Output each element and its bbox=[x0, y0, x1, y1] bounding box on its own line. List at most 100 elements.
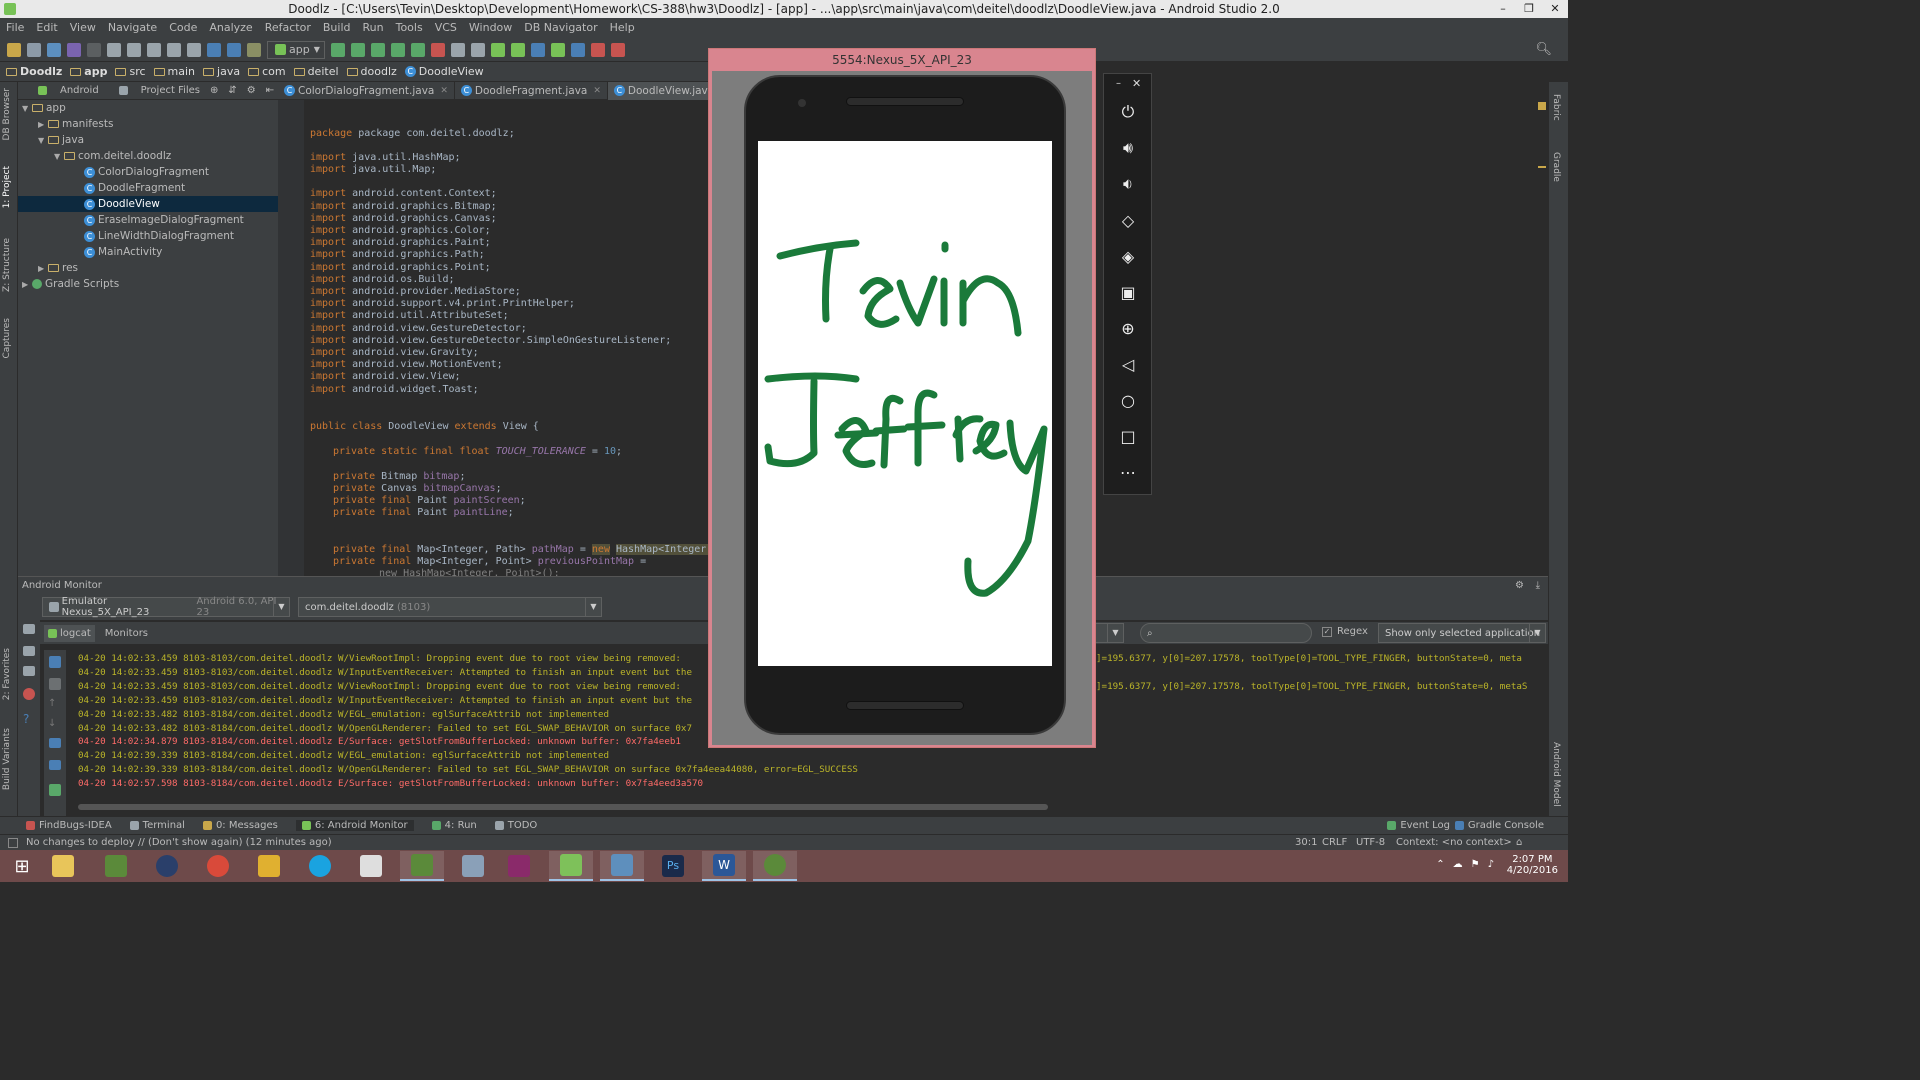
help-icon[interactable] bbox=[570, 42, 585, 57]
tray-expand-icon[interactable]: ⌃ bbox=[1436, 859, 1444, 870]
structure-tool-tab[interactable]: Z: Structure bbox=[2, 238, 12, 292]
replace-icon[interactable] bbox=[187, 42, 201, 57]
filter-select[interactable]: Show only selected application ▼ bbox=[1378, 623, 1546, 643]
taskbar-app[interactable] bbox=[451, 851, 495, 881]
run-icon[interactable] bbox=[330, 42, 345, 57]
gear-icon[interactable]: ⚙ bbox=[247, 85, 256, 96]
project-tool-tab[interactable]: 1: Project bbox=[2, 166, 12, 208]
doodle-canvas[interactable] bbox=[758, 141, 1052, 666]
taskbar-explorer[interactable] bbox=[41, 851, 85, 881]
taskbar-app[interactable] bbox=[247, 851, 291, 881]
db-browser-tab[interactable]: DB Browser bbox=[2, 88, 12, 140]
menu-navigate[interactable]: Navigate bbox=[102, 18, 163, 38]
home-icon[interactable]: ○ bbox=[1116, 388, 1140, 412]
avd-manager-icon[interactable] bbox=[490, 42, 505, 57]
project-view-selector[interactable]: Android bbox=[28, 85, 99, 96]
overview-icon[interactable]: □ bbox=[1116, 424, 1140, 448]
scrollbar-thumb[interactable] bbox=[78, 804, 1048, 810]
taskbar-app[interactable] bbox=[145, 851, 189, 881]
tree-item-res[interactable]: ▶ res bbox=[38, 260, 78, 276]
undo-icon[interactable] bbox=[67, 42, 81, 57]
logcat-search-input[interactable]: ⌕ bbox=[1140, 623, 1312, 643]
lock-icon[interactable]: ⌂ bbox=[1516, 837, 1522, 848]
forward-icon[interactable] bbox=[227, 42, 241, 57]
tree-item-class[interactable]: C ColorDialogFragment bbox=[84, 164, 209, 180]
maximize-button[interactable]: ❐ bbox=[1516, 0, 1542, 18]
menu-db-navigator[interactable]: DB Navigator bbox=[518, 18, 603, 38]
paste-icon[interactable] bbox=[147, 42, 161, 57]
hide-panel-icon[interactable]: ⤓ bbox=[1536, 580, 1540, 591]
tab-terminal[interactable]: Terminal bbox=[129, 820, 185, 831]
tree-item-class-selected[interactable]: C DoodleView bbox=[18, 196, 278, 212]
gear-icon[interactable]: ⚙ bbox=[1515, 580, 1524, 591]
tree-item-class[interactable]: C EraseImageDialogFragment bbox=[84, 212, 244, 228]
breadcrumb-item[interactable]: main bbox=[153, 65, 195, 78]
run-config-select[interactable]: app ▼ bbox=[267, 40, 325, 59]
screenshot-icon[interactable] bbox=[23, 624, 35, 634]
tab-android-monitor[interactable]: 6: Android Monitor bbox=[295, 820, 414, 831]
tree-item-class[interactable]: C DoodleFragment bbox=[84, 180, 185, 196]
android-model-tool-tab[interactable]: Android Model bbox=[1551, 742, 1561, 807]
tab-gradle-console[interactable]: Gradle Console bbox=[1454, 820, 1544, 831]
breadcrumb-item[interactable]: java bbox=[203, 65, 240, 78]
tab-run[interactable]: 4: Run bbox=[431, 820, 477, 831]
tree-item-class[interactable]: C MainActivity bbox=[84, 244, 162, 260]
menu-refactor[interactable]: Refactor bbox=[259, 18, 317, 38]
fabric-tool-tab[interactable]: Fabric bbox=[1551, 94, 1561, 121]
volume-icon[interactable]: ♪ bbox=[1488, 859, 1494, 870]
tab-event-log[interactable]: Event Log bbox=[1387, 820, 1450, 831]
find-icon[interactable] bbox=[167, 42, 181, 57]
taskbar-android-studio[interactable] bbox=[753, 851, 797, 881]
android-device-monitor-icon[interactable] bbox=[550, 42, 565, 57]
coverage-icon[interactable] bbox=[390, 42, 405, 57]
terminate-icon[interactable] bbox=[23, 688, 35, 700]
tab-doodle-fragment[interactable]: C DoodleFragment.java ✕ bbox=[455, 81, 608, 100]
menu-view[interactable]: View bbox=[64, 18, 102, 38]
power-icon[interactable]: ⏻ bbox=[1116, 100, 1140, 124]
down-arrow-icon[interactable]: ↓ bbox=[48, 718, 56, 729]
help-icon[interactable]: ? bbox=[23, 712, 29, 726]
apply-changes-icon[interactable] bbox=[410, 42, 425, 57]
taskbar-app[interactable] bbox=[94, 851, 138, 881]
clear-logcat-icon[interactable] bbox=[49, 656, 61, 668]
favorites-tool-tab[interactable]: 2: Favorites bbox=[2, 648, 12, 700]
menu-code[interactable]: Code bbox=[163, 18, 203, 38]
network-icon[interactable]: ☁ bbox=[1453, 859, 1463, 870]
tab-messages[interactable]: 0: Messages bbox=[202, 820, 278, 831]
record-icon[interactable] bbox=[23, 646, 35, 656]
tab-todo[interactable]: TODO bbox=[494, 820, 537, 831]
back-icon[interactable] bbox=[207, 42, 221, 57]
sdk-icon[interactable] bbox=[470, 42, 485, 57]
caret-position[interactable]: 30:1 bbox=[1295, 837, 1317, 848]
up-arrow-icon[interactable]: ↑ bbox=[48, 698, 56, 709]
close-tab-icon[interactable]: ✕ bbox=[593, 86, 601, 96]
sdk-manager-icon[interactable] bbox=[510, 42, 525, 57]
scroll-from-source-icon[interactable]: ⊕ bbox=[210, 85, 218, 96]
volume-down-icon[interactable]: 🔉︎ bbox=[1116, 172, 1140, 196]
project-files-tab[interactable]: Project Files bbox=[109, 85, 200, 96]
taskbar-app[interactable] bbox=[349, 851, 393, 881]
findbugs-icon[interactable] bbox=[590, 42, 605, 57]
captures-tool-tab[interactable]: Captures bbox=[2, 318, 12, 358]
breadcrumb-item[interactable]: deitel bbox=[293, 65, 339, 78]
taskbar-word[interactable]: W bbox=[702, 851, 746, 881]
back-icon[interactable]: ◁ bbox=[1116, 352, 1140, 376]
tab-monitors[interactable]: Monitors bbox=[105, 628, 148, 639]
start-button[interactable]: ⊞ bbox=[0, 851, 44, 881]
taskbar-skype[interactable] bbox=[298, 851, 342, 881]
menu-analyze[interactable]: Analyze bbox=[203, 18, 258, 38]
collapse-all-icon[interactable]: ⇵ bbox=[228, 85, 236, 96]
breadcrumb-item[interactable]: com bbox=[248, 65, 286, 78]
hide-panel-icon[interactable]: ⇤ bbox=[266, 85, 274, 96]
search-everywhere-icon[interactable]: 🔍︎ bbox=[1535, 42, 1552, 57]
project-structure-icon[interactable] bbox=[450, 42, 465, 57]
menu-build[interactable]: Build bbox=[317, 18, 357, 38]
breadcrumb-item[interactable]: src bbox=[115, 65, 146, 78]
menu-edit[interactable]: Edit bbox=[30, 18, 63, 38]
line-separator[interactable]: CRLF bbox=[1322, 837, 1347, 848]
tool-windows-icon[interactable] bbox=[8, 837, 18, 848]
context-indicator[interactable]: Context: <no context> bbox=[1396, 837, 1512, 848]
tree-item-manifests[interactable]: ▶ manifests bbox=[38, 116, 113, 132]
close-icon[interactable]: ✕ bbox=[1132, 77, 1141, 90]
system-info-icon[interactable] bbox=[23, 666, 35, 676]
